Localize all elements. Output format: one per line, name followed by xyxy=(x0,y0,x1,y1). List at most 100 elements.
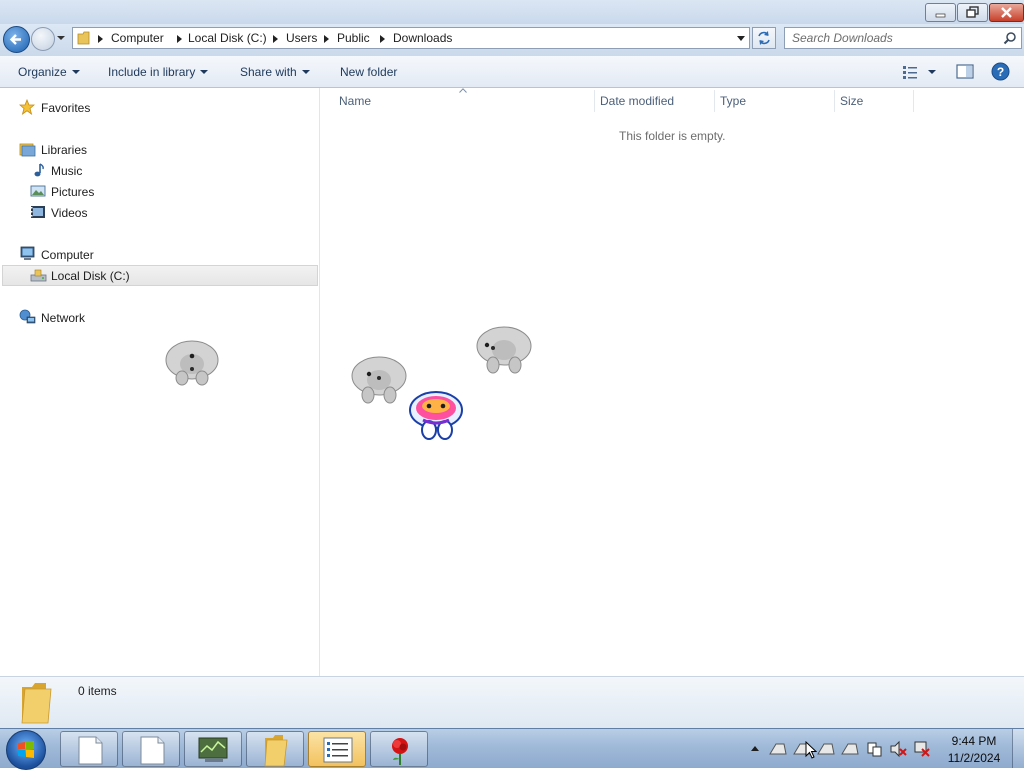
taskbar-app-document[interactable] xyxy=(60,731,118,767)
column-header-size[interactable]: Size xyxy=(840,94,863,108)
rose-icon xyxy=(392,738,408,765)
volume-muted-icon[interactable] xyxy=(889,740,907,758)
breadcrumb-public[interactable]: Public xyxy=(337,31,370,45)
minimize-button[interactable] xyxy=(925,3,956,22)
column-header-type[interactable]: Type xyxy=(720,94,746,108)
new-folder-button[interactable]: New folder xyxy=(340,65,397,79)
breadcrumb-local-disk[interactable]: Local Disk (C:) xyxy=(188,31,267,45)
view-options-icon[interactable] xyxy=(902,65,918,79)
nav-videos[interactable]: Videos xyxy=(51,206,87,220)
breadcrumb-arrow-icon[interactable] xyxy=(177,35,182,43)
include-in-library-menu[interactable]: Include in library xyxy=(108,65,209,79)
breadcrumb-arrow-icon[interactable] xyxy=(380,35,385,43)
chevron-down-icon xyxy=(200,70,209,74)
column-divider[interactable] xyxy=(594,90,595,112)
videos-icon xyxy=(31,206,45,218)
breadcrumb-arrow-icon[interactable] xyxy=(324,35,329,43)
action-center-icon[interactable] xyxy=(865,740,883,758)
column-header-date-modified[interactable]: Date modified xyxy=(600,94,674,108)
monitor-app-icon xyxy=(198,737,228,762)
share-with-menu[interactable]: Share with xyxy=(240,65,310,79)
windows-logo-icon xyxy=(18,741,34,758)
taskbar-app-rose[interactable] xyxy=(370,731,428,767)
refresh-button[interactable] xyxy=(752,27,776,49)
search-input[interactable]: Search Downloads xyxy=(784,27,1022,49)
music-icon xyxy=(34,163,44,177)
details-pane: 0 items xyxy=(0,676,1024,728)
refresh-icon xyxy=(758,31,770,45)
folder-icon xyxy=(21,683,52,724)
folder-icon xyxy=(264,735,288,767)
tray-app-icon[interactable] xyxy=(768,740,788,758)
taskbar: 9:44 PM 11/2/2024 xyxy=(0,728,1024,770)
show-hidden-icons-button[interactable] xyxy=(751,746,759,751)
polar-bear-sprite-icon xyxy=(476,326,532,374)
help-icon[interactable]: ? xyxy=(991,62,1010,81)
pictures-icon xyxy=(30,185,46,197)
breadcrumb-arrow-icon[interactable] xyxy=(273,35,278,43)
polar-bear-sprite-icon xyxy=(351,356,407,404)
show-desktop-button[interactable] xyxy=(1012,729,1024,768)
title-bar xyxy=(0,0,1024,24)
share-with-label: Share with xyxy=(240,65,297,79)
nav-music[interactable]: Music xyxy=(51,164,82,178)
empty-folder-message: This folder is empty. xyxy=(619,129,726,143)
libraries-icon xyxy=(19,143,36,157)
column-header-name[interactable]: Name xyxy=(339,94,371,108)
breadcrumb-users[interactable]: Users xyxy=(286,31,317,45)
restore-button[interactable] xyxy=(957,3,988,22)
clock-date[interactable]: 11/2/2024 xyxy=(939,751,1009,765)
back-arrow-icon xyxy=(9,34,21,45)
column-divider[interactable] xyxy=(913,90,914,112)
include-in-library-label: Include in library xyxy=(108,65,196,79)
rainbow-bear-sprite-icon xyxy=(409,391,463,440)
start-button[interactable] xyxy=(6,730,46,770)
item-count: 0 items xyxy=(78,684,117,698)
taskbar-app-task-list[interactable] xyxy=(308,731,366,767)
clock-time[interactable]: 9:44 PM xyxy=(939,734,1009,748)
chevron-down-icon xyxy=(301,70,310,74)
breadcrumb-computer[interactable]: Computer xyxy=(111,31,164,45)
nav-libraries[interactable]: Libraries xyxy=(41,143,87,157)
preview-pane-icon[interactable] xyxy=(956,64,974,79)
forward-button[interactable] xyxy=(31,27,55,51)
taskbar-app-explorer[interactable] xyxy=(246,731,304,767)
taskbar-app-document-2[interactable] xyxy=(122,731,180,767)
list-app-icon xyxy=(323,737,353,763)
view-dropdown-icon[interactable] xyxy=(928,70,936,74)
breadcrumb-downloads[interactable]: Downloads xyxy=(393,31,452,45)
nav-favorites[interactable]: Favorites xyxy=(41,101,90,115)
column-divider[interactable] xyxy=(714,90,715,112)
tray-app-icon[interactable] xyxy=(816,740,836,758)
network-icon xyxy=(19,309,36,324)
breadcrumb-arrow-icon[interactable] xyxy=(98,35,103,43)
blank-document-icon xyxy=(78,736,103,765)
close-button[interactable] xyxy=(989,3,1024,22)
computer-icon xyxy=(20,246,35,260)
network-disconnected-icon[interactable] xyxy=(913,740,931,758)
star-icon xyxy=(19,99,35,115)
address-row: Computer Local Disk (C:) Users Public Do… xyxy=(0,24,1024,56)
navigation-pane: Favorites Libraries Music Pictures Video… xyxy=(0,88,320,676)
organize-label: Organize xyxy=(18,65,67,79)
chevron-down-icon xyxy=(71,70,80,74)
address-dropdown-icon[interactable] xyxy=(737,36,745,41)
column-divider[interactable] xyxy=(834,90,835,112)
local-disk-icon xyxy=(30,269,47,282)
search-placeholder: Search Downloads xyxy=(792,31,893,45)
nav-network[interactable]: Network xyxy=(41,311,85,325)
address-bar[interactable]: Computer Local Disk (C:) Users Public Do… xyxy=(72,27,750,49)
nav-computer[interactable]: Computer xyxy=(41,248,94,262)
organize-menu[interactable]: Organize xyxy=(18,65,80,79)
tray-app-icon[interactable] xyxy=(840,740,860,758)
nav-pictures[interactable]: Pictures xyxy=(51,185,94,199)
sort-ascending-icon xyxy=(459,88,467,93)
polar-bear-sprite-icon xyxy=(165,340,219,386)
recent-pages-dropdown[interactable] xyxy=(57,36,65,40)
search-icon[interactable] xyxy=(1003,31,1017,45)
taskbar-app-system-monitor[interactable] xyxy=(184,731,242,767)
back-button[interactable] xyxy=(3,26,30,53)
nav-local-disk[interactable]: Local Disk (C:) xyxy=(51,269,130,283)
command-bar: Organize Include in library Share with N… xyxy=(0,56,1024,88)
svg-text:?: ? xyxy=(997,65,1004,79)
